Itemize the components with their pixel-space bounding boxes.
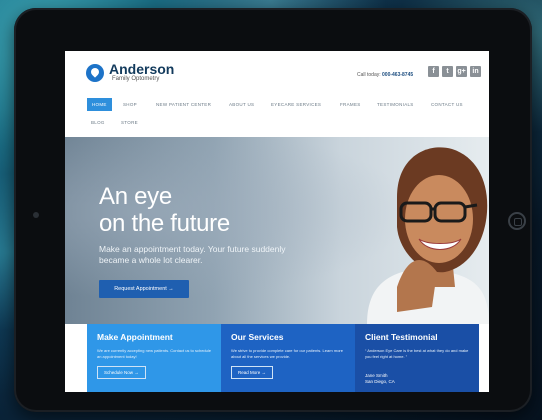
client-testimonial-panel: Client Testimonial “ Anderson Eye Care i… bbox=[355, 324, 479, 392]
linkedin-icon[interactable]: in bbox=[470, 66, 481, 77]
twitter-icon[interactable]: t bbox=[442, 66, 453, 77]
smiling-woman-photo bbox=[367, 147, 489, 324]
nav-testimonials[interactable]: TESTIMONIALS bbox=[377, 102, 414, 107]
nav-new-patient-center[interactable]: NEW PATIENT CENTER bbox=[156, 102, 211, 107]
panel-title: Client Testimonial bbox=[365, 332, 438, 342]
hero-subtitle: Make an appointment today. Your future s… bbox=[99, 244, 286, 265]
testimonial-location: San Diego, CA bbox=[365, 379, 395, 384]
our-services-panel: Our Services We strive to provide comple… bbox=[221, 324, 355, 392]
request-appointment-button[interactable]: Request Appointment → bbox=[99, 280, 189, 298]
panel-text: We strive to provide complete care for o… bbox=[231, 348, 343, 359]
camera-icon bbox=[33, 212, 39, 218]
nav-eyecare-services[interactable]: EYECARE SERVICES bbox=[271, 102, 321, 107]
eye-logo-icon[interactable] bbox=[86, 64, 104, 82]
site-header: Anderson Family Optometry Call today: 00… bbox=[65, 51, 489, 99]
nav-contact-us[interactable]: CONTACT US bbox=[431, 102, 463, 107]
nav-store[interactable]: STORE bbox=[121, 120, 138, 125]
nav-frames[interactable]: FRAMES bbox=[340, 102, 361, 107]
testimonial-quote: “ Anderson Eye Care is the best at what … bbox=[365, 348, 469, 359]
tablet-device: Anderson Family Optometry Call today: 00… bbox=[14, 8, 532, 412]
hero-title-line2: on the future bbox=[99, 210, 230, 237]
brand-name[interactable]: Anderson bbox=[109, 61, 174, 77]
hero-title-line1: An eye bbox=[99, 183, 172, 210]
read-more-button[interactable]: Read More → bbox=[231, 366, 274, 379]
schedule-now-button[interactable]: Schedule Now → bbox=[97, 366, 146, 379]
nav-shop[interactable]: SHOP bbox=[123, 102, 137, 107]
hero-title: An eye on the future bbox=[99, 183, 230, 237]
facebook-icon[interactable]: f bbox=[428, 66, 439, 77]
make-appointment-panel: Make Appointment We are currently accept… bbox=[87, 324, 221, 392]
home-button[interactable] bbox=[508, 212, 526, 230]
call-label: Call today: bbox=[357, 72, 381, 78]
nav-home[interactable]: HOME bbox=[87, 98, 112, 111]
tablet-screen: Anderson Family Optometry Call today: 00… bbox=[65, 51, 489, 392]
panel-title: Make Appointment bbox=[97, 332, 173, 342]
brand-subtitle: Family Optometry bbox=[112, 76, 160, 82]
hero-banner: An eye on the future Make an appointment… bbox=[65, 137, 489, 324]
google-plus-icon[interactable]: g+ bbox=[456, 66, 467, 77]
panel-text: We are currently accepting new patients.… bbox=[97, 348, 211, 359]
testimonial-author: Jane Smith San Diego, CA bbox=[365, 373, 395, 385]
panel-title: Our Services bbox=[231, 332, 284, 342]
call-number[interactable]: 000-463-8745 bbox=[382, 72, 413, 78]
nav-about-us[interactable]: ABOUT US bbox=[229, 102, 254, 107]
call-today: Call today: 000-463-8745 bbox=[357, 72, 413, 78]
nav-blog[interactable]: BLOG bbox=[91, 120, 105, 125]
